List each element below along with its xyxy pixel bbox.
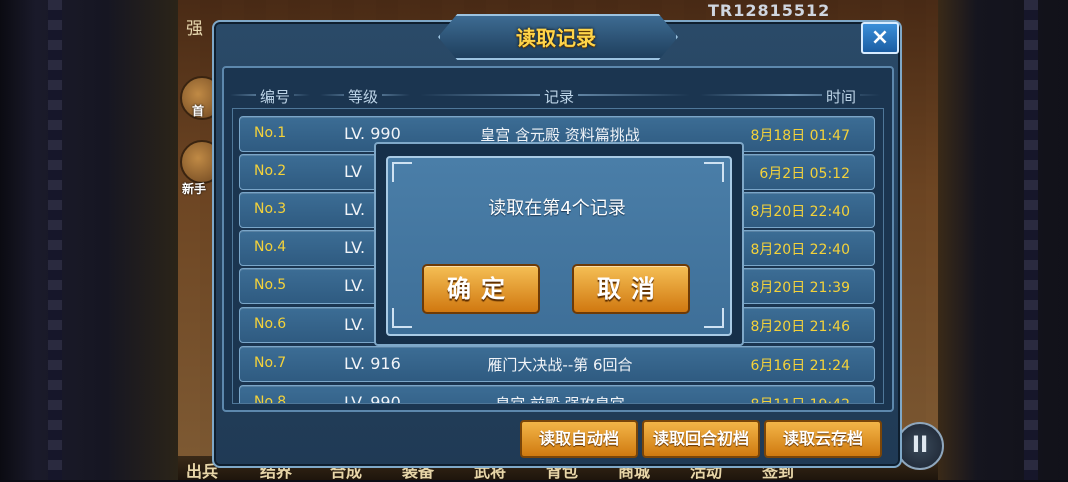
record-level: LV. — [344, 315, 366, 334]
confirm-cancel-button[interactable]: 取消 — [572, 264, 690, 314]
close-icon[interactable]: × — [861, 22, 899, 54]
record-no: No.1 — [254, 125, 287, 141]
scene-title: 强 — [186, 19, 203, 39]
record-level: LV. — [344, 276, 366, 295]
record-desc: 皇宫 前殿 强攻皇宫 — [495, 395, 625, 404]
record-no: No.2 — [254, 163, 287, 179]
corner-ornament — [392, 308, 412, 328]
right-border-decoration — [938, 0, 1068, 480]
header-no: 编号 — [256, 86, 295, 107]
record-row[interactable]: No.7 LV. 916 雁门大决战--第 6回合 6月16日 21:24 — [239, 346, 875, 382]
record-level: LV — [344, 162, 363, 181]
record-desc: 雁门大决战--第 6回合 — [487, 356, 633, 374]
load-cloud-save-button[interactable]: 读取云存档 — [764, 420, 882, 458]
record-no: No.8 — [254, 394, 287, 404]
newbie-icon-label: 新手 — [182, 182, 207, 196]
record-level: LV. 990 — [344, 124, 401, 143]
record-no: No.3 — [254, 201, 287, 217]
record-time: 8月18日 01:47 — [750, 128, 850, 144]
record-no: No.6 — [254, 316, 287, 332]
record-row[interactable]: No.8 LV. 990 皇宫 前殿 强攻皇宫 8月11日 19:42 — [239, 385, 875, 404]
record-time: 6月16日 21:24 — [750, 358, 850, 374]
load-round-start-button[interactable]: 读取回合初档 — [642, 420, 760, 458]
record-time: 8月20日 22:40 — [750, 242, 850, 258]
record-time: 8月20日 21:46 — [750, 319, 850, 335]
record-time: 8月20日 21:39 — [750, 280, 850, 296]
record-level: LV. — [344, 238, 366, 257]
record-level: LV. — [344, 200, 366, 219]
record-time: 8月20日 22:40 — [750, 204, 850, 220]
pause-icon[interactable]: II — [896, 422, 944, 470]
player-id: TR12815512 — [708, 1, 831, 20]
record-time: 6月2日 05:12 — [759, 166, 850, 182]
record-time: 8月11日 19:42 — [740, 394, 850, 403]
record-level: LV. 916 — [344, 354, 401, 373]
record-no: No.7 — [254, 355, 287, 371]
home-icon-label: 首 — [192, 104, 205, 118]
confirm-ok-button[interactable]: 确定 — [422, 264, 540, 314]
corner-ornament — [704, 162, 724, 182]
record-no: No.4 — [254, 239, 287, 255]
dialog-title: 读取记录 — [516, 26, 596, 50]
record-level: LV. 990 — [344, 393, 401, 404]
header-record: 记录 — [540, 86, 579, 107]
load-auto-save-button[interactable]: 读取自动档 — [520, 420, 638, 458]
header-level: 等级 — [344, 86, 383, 107]
corner-ornament — [704, 308, 724, 328]
left-border-decoration — [0, 0, 178, 480]
corner-ornament — [392, 162, 412, 182]
header-time: 时间 — [822, 86, 861, 107]
confirm-message: 读取在第4个记录 — [488, 198, 626, 219]
record-no: No.5 — [254, 277, 287, 293]
